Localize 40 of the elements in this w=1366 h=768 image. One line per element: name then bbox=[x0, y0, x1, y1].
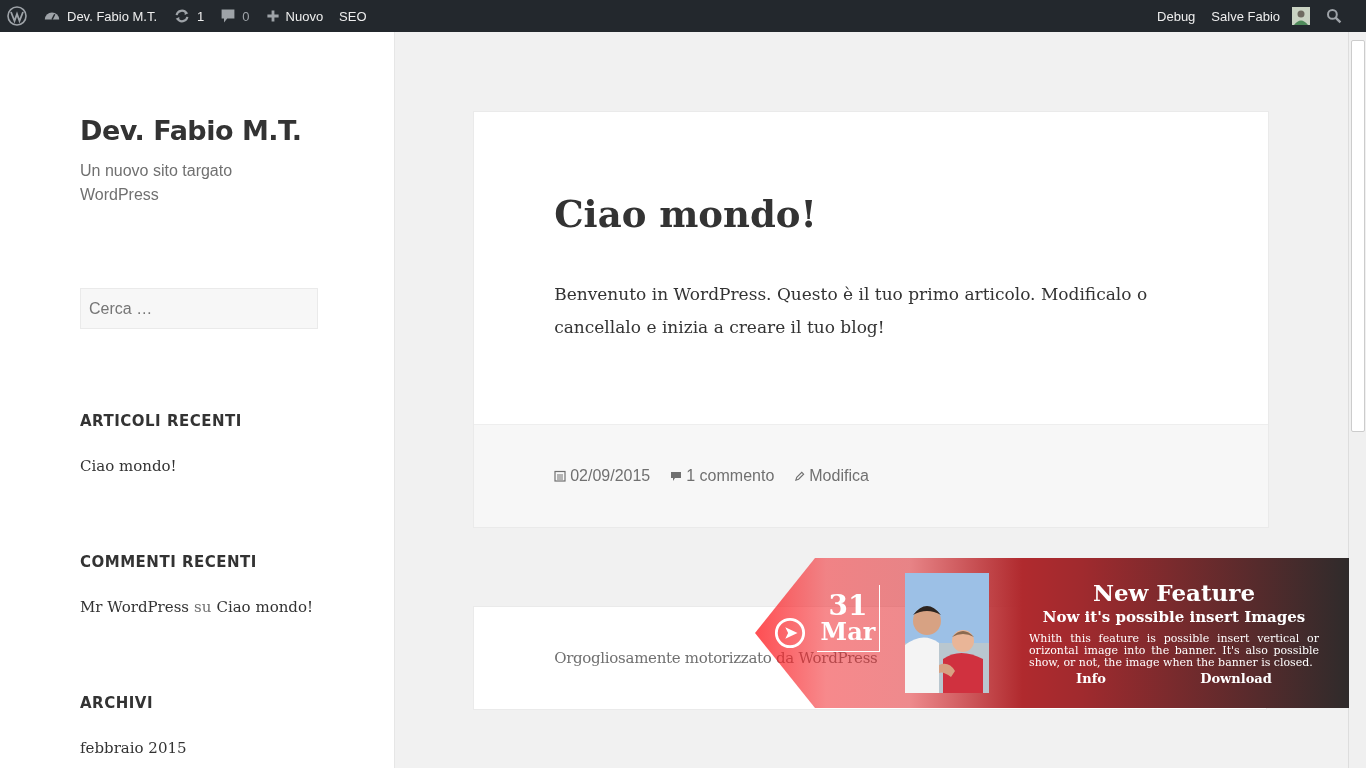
banner-title: New Feature bbox=[1091, 579, 1257, 606]
comments-link[interactable]: 1 commento bbox=[686, 467, 775, 486]
widget-link[interactable]: Ciao mondo! bbox=[80, 457, 177, 475]
edit-link[interactable]: Modifica bbox=[809, 467, 869, 486]
post-date-link[interactable]: 02/09/2015 bbox=[570, 467, 651, 486]
search-icon[interactable] bbox=[1326, 8, 1342, 24]
new-link[interactable]: Nuovo bbox=[257, 0, 332, 32]
footer-link[interactable]: Orgogliosamente motorizzato da WordPress bbox=[554, 649, 878, 668]
site-name-link[interactable]: Dev. Fabio M.T. bbox=[35, 0, 166, 32]
speech-bubble-icon bbox=[220, 8, 237, 24]
banner-subtitle: Now it's possible insert Images bbox=[1041, 608, 1307, 627]
post-title: Ciao mondo! bbox=[554, 192, 818, 237]
debug-link[interactable]: Debug bbox=[1149, 0, 1204, 32]
banner-text: Whith this feature is possible insert vertical or orizontal image into the banner. It's also possible show, or not, the image when the banner is closed. bbox=[1029, 633, 1319, 670]
widget-title: COMMENTI RECENTI bbox=[80, 553, 258, 571]
seo-link[interactable]: SEO bbox=[331, 0, 375, 32]
date-month: Mar bbox=[820, 619, 876, 644]
widget-link[interactable]: febbraio 2015 bbox=[80, 739, 187, 757]
comment-author-link[interactable]: Mr WordPress bbox=[80, 598, 190, 616]
site-tagline: Un nuovo sito targato WordPress bbox=[80, 161, 234, 205]
search-field[interactable]: Cerca … bbox=[80, 288, 318, 329]
banner-link[interactable]: Download bbox=[1200, 671, 1272, 687]
post-text: Benvenuto in WordPress. Questo è il tuo primo articolo. Modificalo o cancellalo e inizia a creare il tuo blog! bbox=[554, 283, 1149, 340]
wordpress-logo-icon[interactable] bbox=[7, 6, 27, 26]
comment-post-link[interactable]: Ciao mondo! bbox=[216, 598, 313, 616]
widget-title: ARTICOLI RECENTI bbox=[80, 412, 243, 430]
account-link[interactable]: Salve Fabio bbox=[1203, 0, 1318, 32]
date-day: 31 bbox=[828, 591, 868, 620]
plus-icon bbox=[265, 9, 280, 23]
play-icon[interactable] bbox=[774, 617, 806, 649]
calendar-icon bbox=[554, 470, 567, 483]
comments-link[interactable]: 0 bbox=[212, 0, 258, 32]
avatar-icon bbox=[1292, 7, 1310, 25]
pencil-icon bbox=[794, 470, 806, 482]
widget-title: ARCHIVI bbox=[80, 694, 154, 712]
speech-bubble-icon bbox=[670, 470, 683, 483]
joiner-text: su bbox=[194, 598, 212, 616]
updates-link[interactable]: 1 bbox=[165, 0, 213, 32]
banner-link[interactable]: Info bbox=[1076, 671, 1106, 687]
site-title[interactable]: Dev. Fabio M.T. bbox=[80, 115, 395, 146]
